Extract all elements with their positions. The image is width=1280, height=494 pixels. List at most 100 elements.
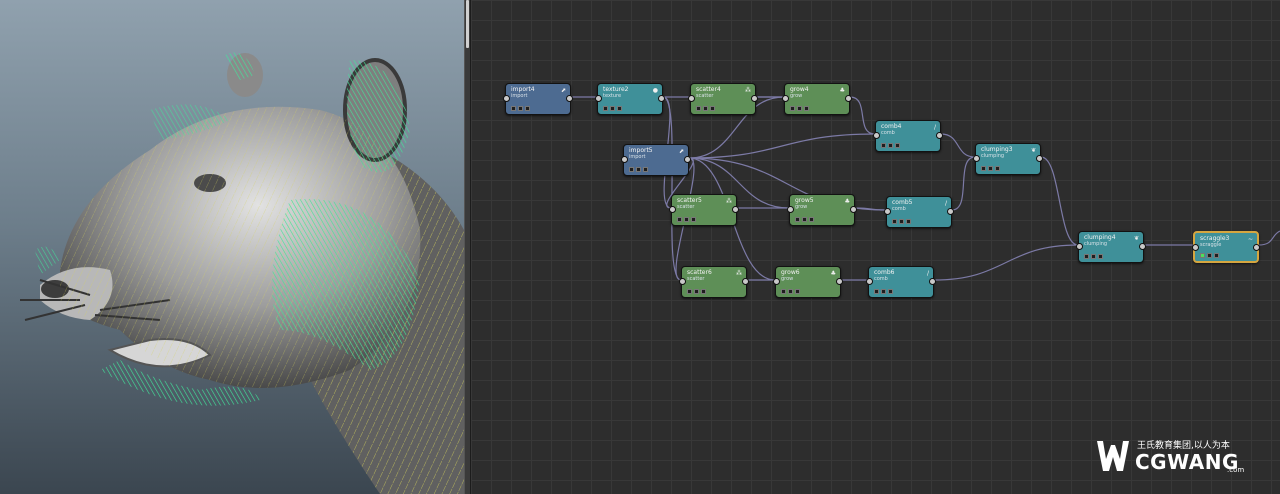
input-port[interactable] xyxy=(1192,244,1199,251)
output-port[interactable] xyxy=(1139,243,1146,250)
node-toggle-button[interactable] xyxy=(1084,254,1089,259)
output-port[interactable] xyxy=(684,156,691,163)
node-toggle-button[interactable] xyxy=(703,106,708,111)
panel-splitter[interactable] xyxy=(464,0,471,494)
node-grow5[interactable]: grow5 grow ♣ xyxy=(787,194,857,226)
input-port[interactable] xyxy=(1076,243,1083,250)
input-port[interactable] xyxy=(688,95,695,102)
node-texture2[interactable]: texture2 texture ● xyxy=(595,83,665,115)
node-scraggle3[interactable]: scraggle3 scraggle ~ xyxy=(1192,231,1260,263)
output-port[interactable] xyxy=(1253,244,1260,251)
node-toggle-button[interactable] xyxy=(899,219,904,224)
node-toggle-button[interactable] xyxy=(795,217,800,222)
node-comb5[interactable]: comb5 comb / xyxy=(884,196,954,228)
output-port[interactable] xyxy=(1036,155,1043,162)
node-graph-editor[interactable]: import4 import ⬈ texture2 texture ● scatter4 sc… xyxy=(471,0,1280,494)
input-port[interactable] xyxy=(679,278,686,285)
node-toggle-button[interactable] xyxy=(710,106,715,111)
node-grow4[interactable]: grow4 grow ♣ xyxy=(782,83,852,115)
input-port[interactable] xyxy=(866,278,873,285)
output-port[interactable] xyxy=(936,132,943,139)
node-comb4[interactable]: comb4 comb / xyxy=(873,120,943,152)
output-port[interactable] xyxy=(929,278,936,285)
input-port[interactable] xyxy=(773,278,780,285)
node-toggle-button[interactable] xyxy=(988,166,993,171)
input-port[interactable] xyxy=(973,155,980,162)
node-toggles xyxy=(981,166,1000,171)
node-toggle-button[interactable] xyxy=(781,289,786,294)
node-toggle-button[interactable] xyxy=(696,106,701,111)
node-import5[interactable]: import5 import ⬈ xyxy=(621,144,691,176)
input-port[interactable] xyxy=(782,95,789,102)
node-toggle-button[interactable] xyxy=(874,289,879,294)
input-port[interactable] xyxy=(503,95,510,102)
node-type: clumping xyxy=(981,153,1005,159)
input-port[interactable] xyxy=(873,132,880,139)
input-port[interactable] xyxy=(787,206,794,213)
node-toggle-button[interactable] xyxy=(603,106,608,111)
output-port[interactable] xyxy=(658,95,665,102)
node-toggle-button[interactable] xyxy=(797,106,802,111)
node-toggle-button[interactable] xyxy=(677,217,682,222)
node-toggle-button[interactable] xyxy=(788,289,793,294)
node-grow6[interactable]: grow6 grow ♣ xyxy=(773,266,843,298)
node-toggle-button[interactable] xyxy=(881,289,886,294)
node-toggle-button[interactable] xyxy=(643,167,648,172)
node-toggles xyxy=(1200,253,1219,258)
node-toggle-button[interactable] xyxy=(511,106,516,111)
node-scatter4[interactable]: scatter4 scatter ⁂ xyxy=(688,83,758,115)
node-toggle-button[interactable] xyxy=(694,289,699,294)
node-scatter6[interactable]: scatter6 scatter ⁂ xyxy=(679,266,749,298)
node-toggle-button[interactable] xyxy=(795,289,800,294)
wire-scraggle3-output xyxy=(1258,230,1280,246)
output-port[interactable] xyxy=(732,206,739,213)
node-clumping3[interactable]: clumping3 clumping ❦ xyxy=(973,143,1043,175)
input-port[interactable] xyxy=(884,208,891,215)
output-port[interactable] xyxy=(751,95,758,102)
node-toggle-button[interactable] xyxy=(790,106,795,111)
node-toggle-button[interactable] xyxy=(802,217,807,222)
node-toggle-button[interactable] xyxy=(1207,253,1212,258)
node-toggle-button[interactable] xyxy=(691,217,696,222)
node-toggle-button[interactable] xyxy=(906,219,911,224)
node-toggle-button[interactable] xyxy=(888,143,893,148)
node-toggle-button[interactable] xyxy=(888,289,893,294)
input-port[interactable] xyxy=(595,95,602,102)
node-import4[interactable]: import4 import ⬈ xyxy=(503,83,573,115)
output-port[interactable] xyxy=(947,208,954,215)
node-toggle-button[interactable] xyxy=(629,167,634,172)
node-toggle-button[interactable] xyxy=(809,217,814,222)
output-port[interactable] xyxy=(566,95,573,102)
node-toggle-button[interactable] xyxy=(881,143,886,148)
node-type-icon: / xyxy=(933,124,936,131)
node-type: import xyxy=(511,93,528,99)
node-toggle-button[interactable] xyxy=(687,289,692,294)
node-clumping4[interactable]: clumping4 clumping ❦ xyxy=(1076,231,1146,263)
node-toggle-button[interactable] xyxy=(636,167,641,172)
node-toggle-button[interactable] xyxy=(1091,254,1096,259)
node-toggle-button[interactable] xyxy=(895,143,900,148)
node-toggle-button[interactable] xyxy=(518,106,523,111)
node-scatter5[interactable]: scatter5 scatter ⁂ xyxy=(669,194,739,226)
output-port[interactable] xyxy=(850,206,857,213)
node-toggle-button[interactable] xyxy=(1200,253,1205,258)
node-toggle-button[interactable] xyxy=(701,289,706,294)
output-port[interactable] xyxy=(836,278,843,285)
node-toggle-button[interactable] xyxy=(684,217,689,222)
node-toggle-button[interactable] xyxy=(525,106,530,111)
maya-viewport[interactable] xyxy=(0,0,464,494)
node-toggle-button[interactable] xyxy=(804,106,809,111)
output-port[interactable] xyxy=(742,278,749,285)
splitter-handle[interactable] xyxy=(466,0,469,48)
node-toggle-button[interactable] xyxy=(610,106,615,111)
node-toggle-button[interactable] xyxy=(981,166,986,171)
input-port[interactable] xyxy=(621,156,628,163)
node-comb6[interactable]: comb6 comb / xyxy=(866,266,936,298)
node-toggle-button[interactable] xyxy=(617,106,622,111)
node-toggle-button[interactable] xyxy=(892,219,897,224)
output-port[interactable] xyxy=(845,95,852,102)
node-toggle-button[interactable] xyxy=(995,166,1000,171)
node-toggle-button[interactable] xyxy=(1214,253,1219,258)
node-toggle-button[interactable] xyxy=(1098,254,1103,259)
input-port[interactable] xyxy=(669,206,676,213)
